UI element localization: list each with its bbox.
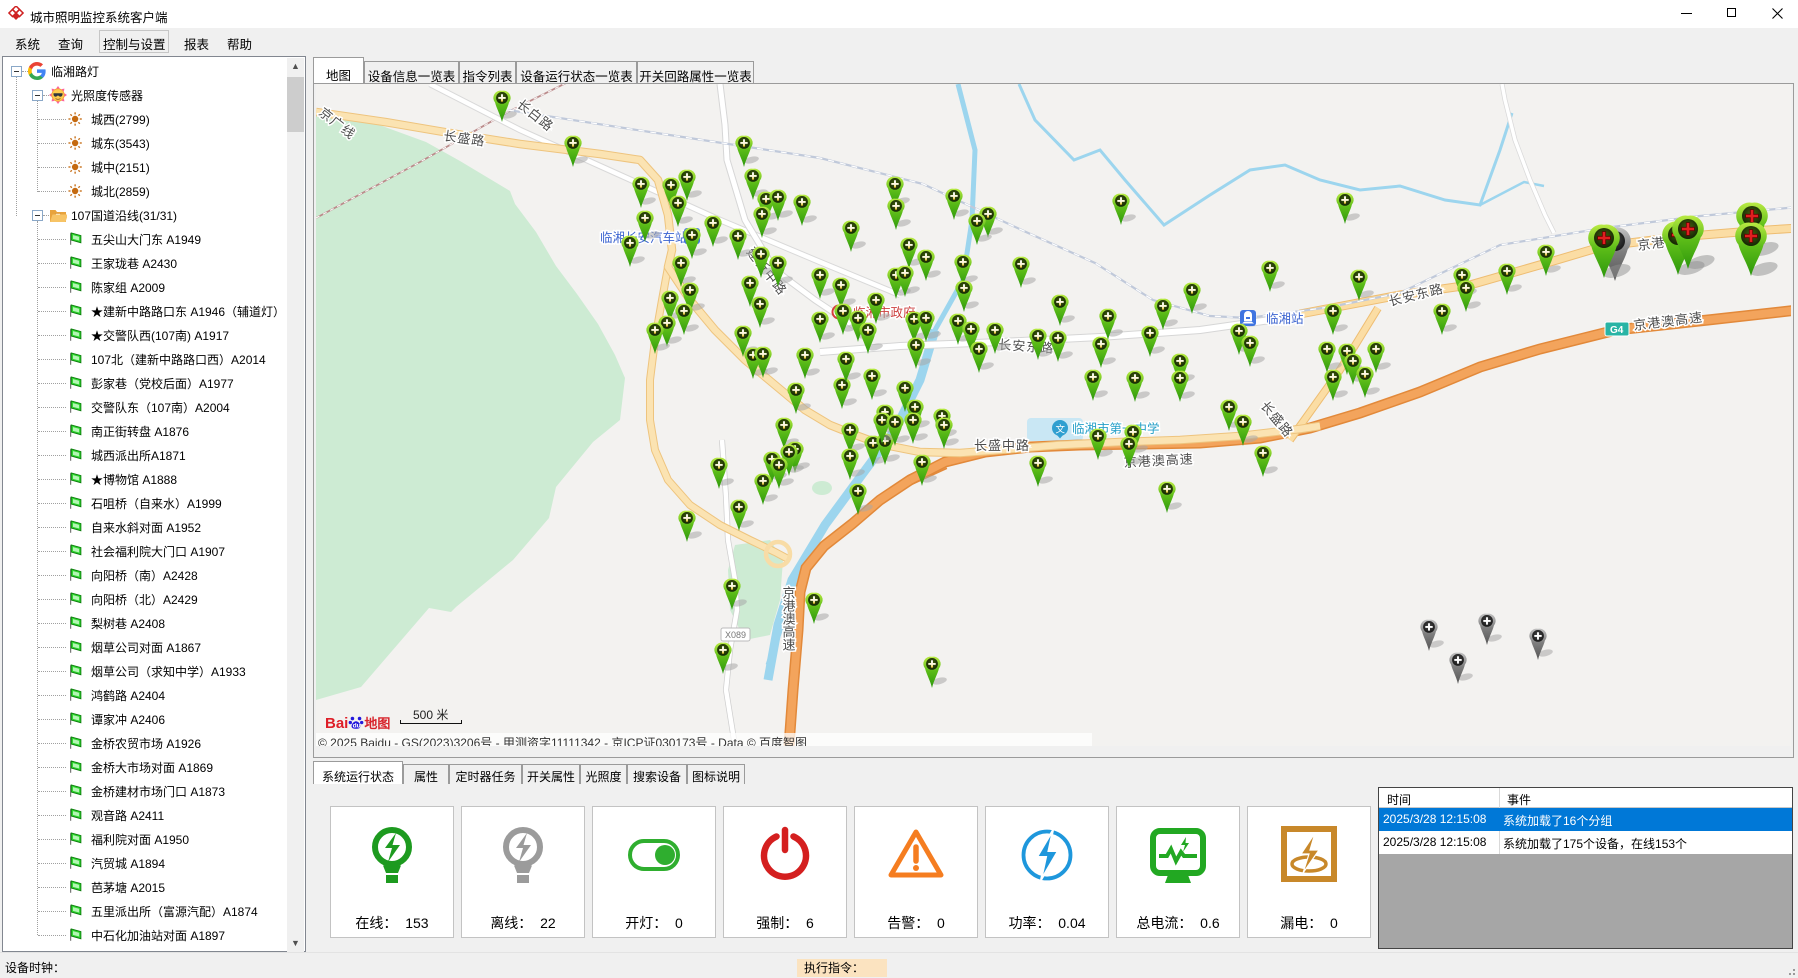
svg-text:文: 文 [1056, 424, 1066, 436]
svg-text:临湘站: 临湘站 [1266, 311, 1304, 326]
svg-text:du: du [353, 722, 361, 729]
svg-text:X089: X089 [725, 630, 746, 640]
svg-text:临湘市第一中学: 临湘市第一中学 [1072, 421, 1160, 436]
svg-text:长盛中路: 长盛中路 [974, 438, 1030, 453]
svg-text:G4: G4 [1610, 325, 1624, 336]
svg-text:京港澳高速: 京港澳高速 [781, 586, 796, 651]
